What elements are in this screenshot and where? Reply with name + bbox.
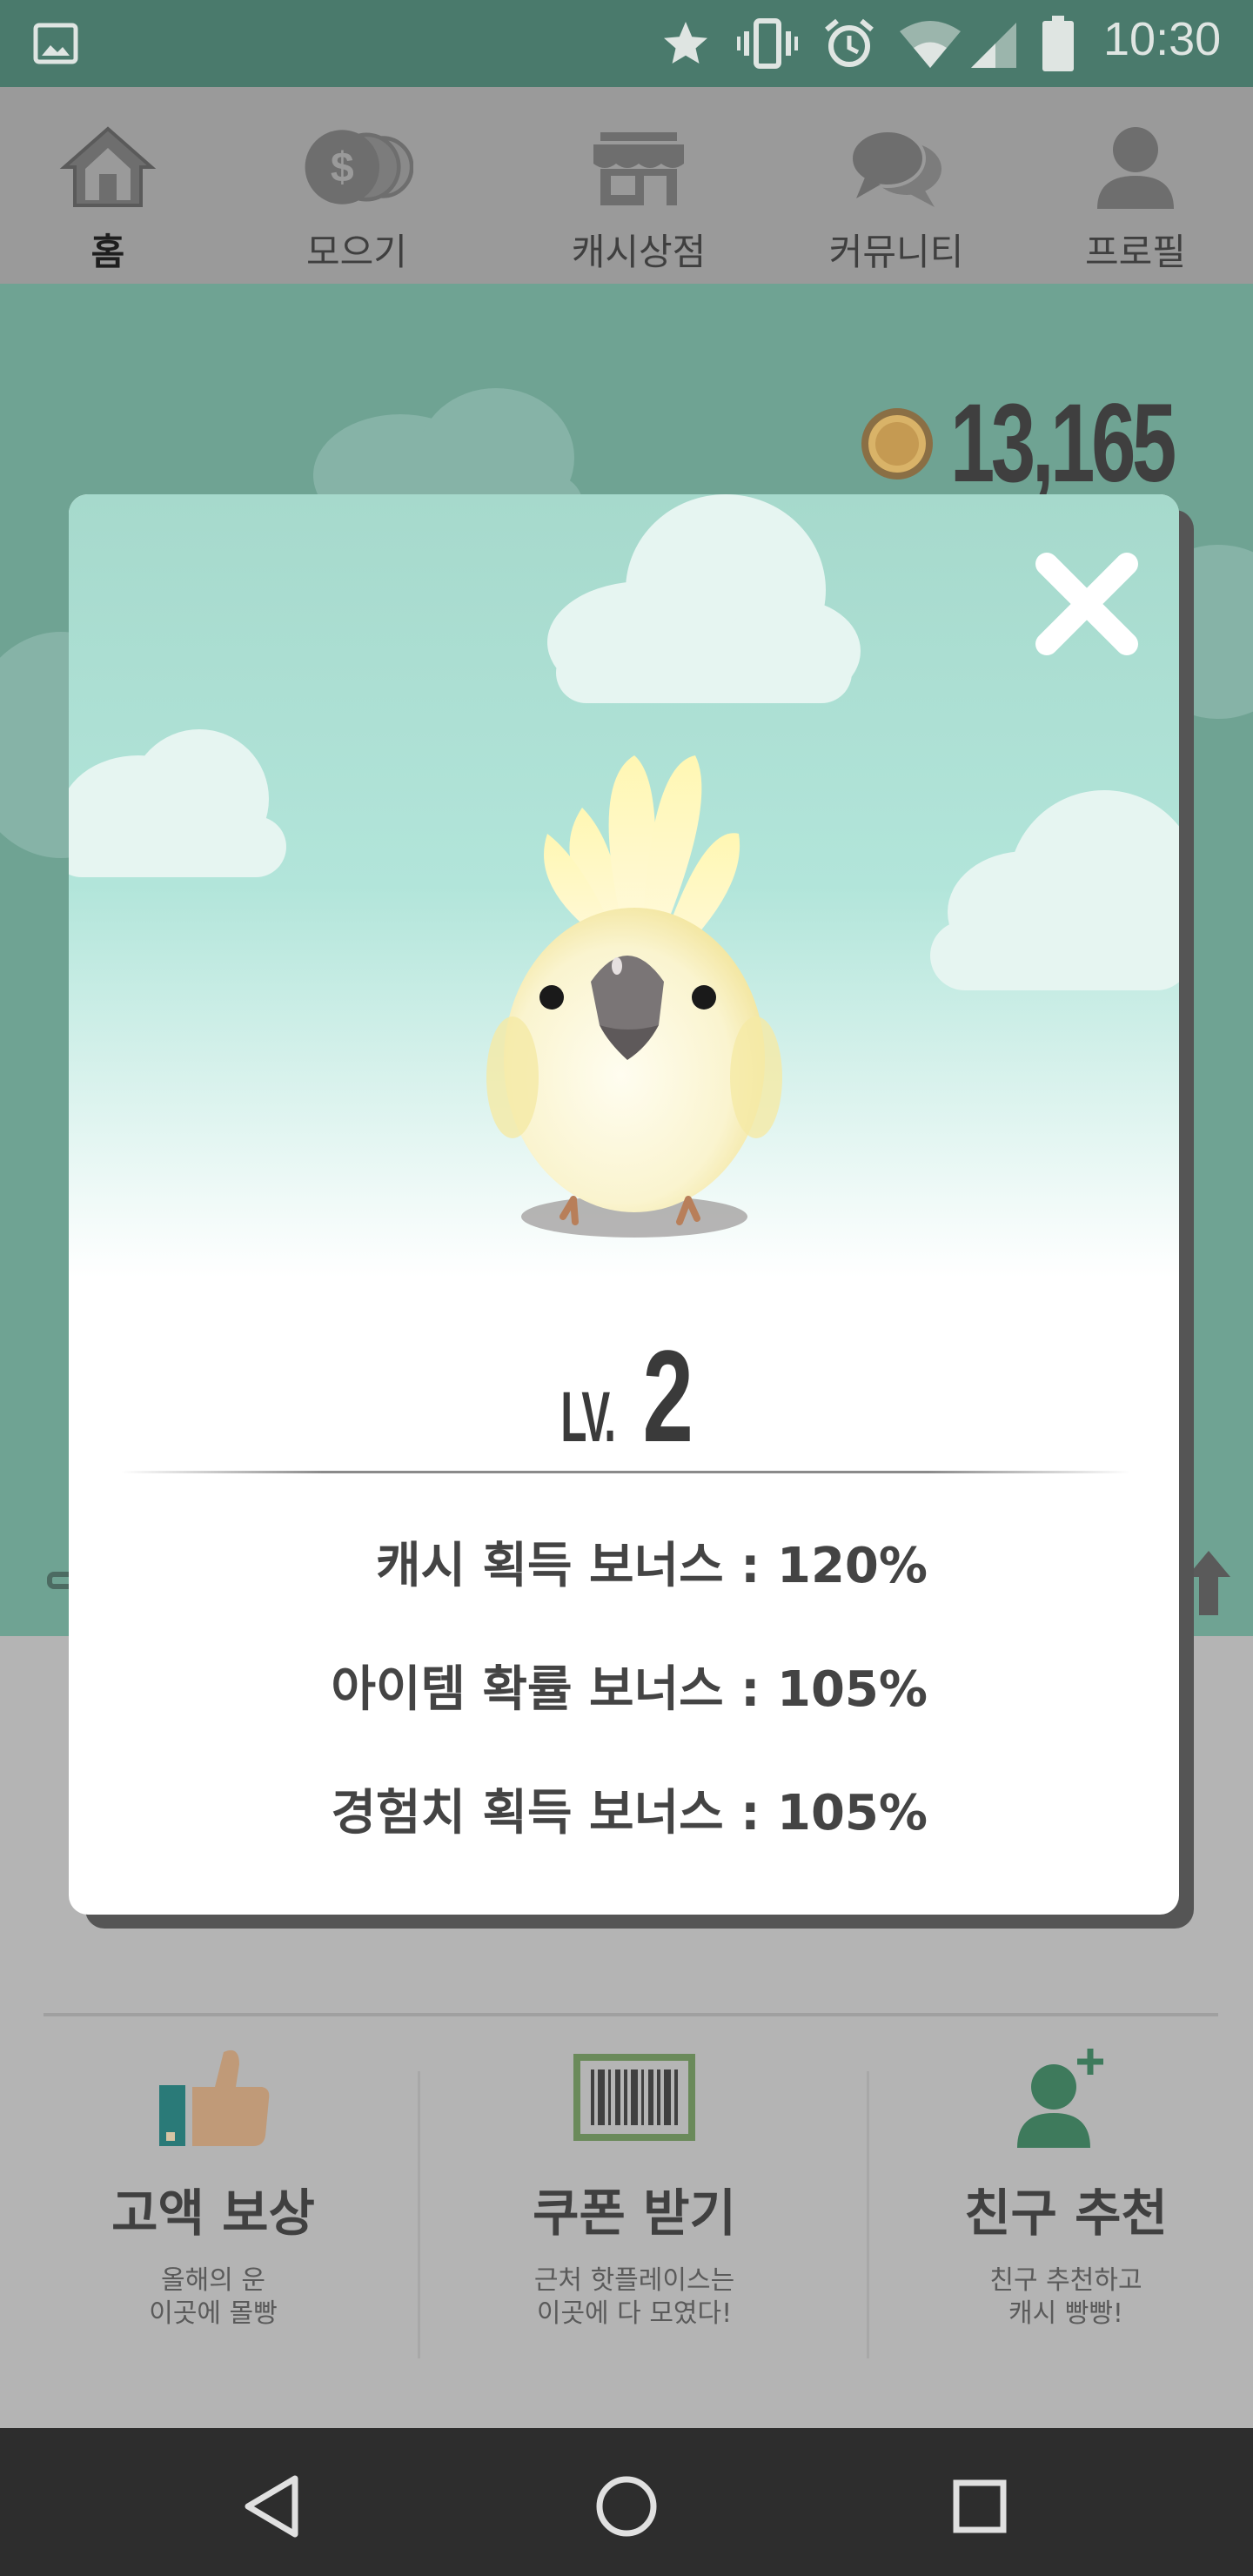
tab-collect[interactable]: $ 모으기 bbox=[287, 87, 426, 284]
stat-cash-bonus: 캐시 획득 보너스 : 120% bbox=[375, 1538, 928, 1594]
feature-high-reward[interactable]: 고액 보상 올해의 운 이곳에 몰빵 bbox=[9, 2045, 418, 2341]
feature-subtitle-line: 올해의 운 bbox=[161, 2265, 265, 2296]
feature-coupon[interactable]: 쿠폰 받기 근처 핫플레이스는 이곳에 다 모였다! bbox=[430, 2045, 839, 2341]
feature-invite-friend[interactable]: 친구 추천 친구 추천하고 캐시 빵빵! bbox=[861, 2045, 1253, 2341]
wifi-icon bbox=[900, 19, 961, 71]
battery-icon bbox=[1041, 14, 1075, 73]
cloud-decoration bbox=[930, 790, 1179, 990]
add-friend-icon bbox=[1001, 2045, 1131, 2150]
home-circle-icon[interactable] bbox=[583, 2463, 670, 2550]
tab-store-label: 캐시상점 bbox=[571, 231, 707, 273]
recents-icon[interactable] bbox=[936, 2463, 1023, 2550]
feature-title: 친구 추천 bbox=[964, 2184, 1168, 2243]
home-icon bbox=[51, 115, 164, 219]
feature-subtitle: 근처 핫플레이스는 이곳에 다 모였다! bbox=[534, 2264, 734, 2331]
signal-icon bbox=[968, 19, 1020, 71]
level-modal: LV. 2 캐시 획득 보너스 : 120% 아이템 확률 보너스 : 105% … bbox=[69, 494, 1179, 1915]
tab-community[interactable]: 커뮤니티 bbox=[809, 87, 983, 284]
coin-icon bbox=[861, 407, 933, 480]
feature-title: 쿠폰 받기 bbox=[533, 2184, 736, 2243]
level-number: 2 bbox=[642, 1323, 694, 1469]
system-nav-bar bbox=[0, 2428, 1253, 2576]
clock: 10:30 bbox=[1103, 13, 1222, 65]
svg-text:$: $ bbox=[331, 144, 354, 191]
stat-item-bonus: 아이템 확률 보너스 : 105% bbox=[331, 1661, 928, 1718]
stat-exp-bonus: 경험치 획득 보너스 : 105% bbox=[331, 1785, 928, 1841]
tab-profile-label: 프로필 bbox=[1085, 231, 1186, 273]
feature-subtitle: 올해의 운 이곳에 몰빵 bbox=[149, 2264, 278, 2331]
back-icon[interactable] bbox=[228, 2463, 315, 2550]
feature-subtitle: 친구 추천하고 캐시 빵빵! bbox=[989, 2264, 1142, 2331]
feature-subtitle-line: 캐시 빵빵! bbox=[1008, 2298, 1123, 2329]
close-icon bbox=[1035, 553, 1138, 655]
tab-home[interactable]: 홈 bbox=[47, 87, 169, 284]
barcode-icon bbox=[569, 2045, 700, 2150]
feature-title: 고액 보상 bbox=[111, 2184, 315, 2243]
alarm-icon bbox=[821, 16, 877, 71]
tab-community-label: 커뮤니티 bbox=[828, 231, 964, 273]
cloud-decoration bbox=[69, 729, 286, 877]
balance-amount: 13,165 bbox=[950, 381, 1176, 506]
tab-home-label: 홈 bbox=[90, 231, 125, 273]
star-icon bbox=[658, 16, 714, 71]
level-prefix: LV. bbox=[560, 1378, 617, 1457]
feature-subtitle-line: 근처 핫플레이스는 bbox=[533, 2265, 735, 2296]
tab-profile[interactable]: 프로필 bbox=[1070, 87, 1201, 284]
cloud-decoration bbox=[547, 494, 861, 703]
image-icon bbox=[31, 21, 80, 66]
coin-balance: 13,165 bbox=[861, 379, 1253, 507]
divider bbox=[121, 1471, 1130, 1473]
feature-subtitle-line: 친구 추천하고 bbox=[989, 2265, 1142, 2296]
close-button[interactable] bbox=[1026, 543, 1148, 665]
feature-subtitle-line: 이곳에 몰빵 bbox=[149, 2298, 278, 2329]
top-nav: 홈 $ 모으기 캐시상점 커뮤니티 프로필 bbox=[0, 87, 1253, 284]
tab-store[interactable]: 캐시상점 bbox=[552, 87, 726, 284]
vibrate-icon bbox=[736, 16, 799, 71]
level-display: LV. 2 bbox=[69, 1321, 1179, 1472]
store-icon bbox=[582, 115, 695, 219]
tab-collect-label: 모으기 bbox=[306, 231, 407, 273]
cockatoo-icon bbox=[486, 755, 782, 1238]
person-icon bbox=[1079, 115, 1192, 219]
thumbs-up-icon bbox=[148, 2045, 278, 2150]
coins-icon: $ bbox=[300, 115, 413, 219]
feature-subtitle-line: 이곳에 다 모였다! bbox=[536, 2298, 733, 2329]
divider bbox=[44, 2013, 1218, 2016]
divider bbox=[418, 2071, 420, 2358]
chat-icon bbox=[840, 115, 953, 219]
status-bar: 10:30 bbox=[0, 0, 1253, 87]
